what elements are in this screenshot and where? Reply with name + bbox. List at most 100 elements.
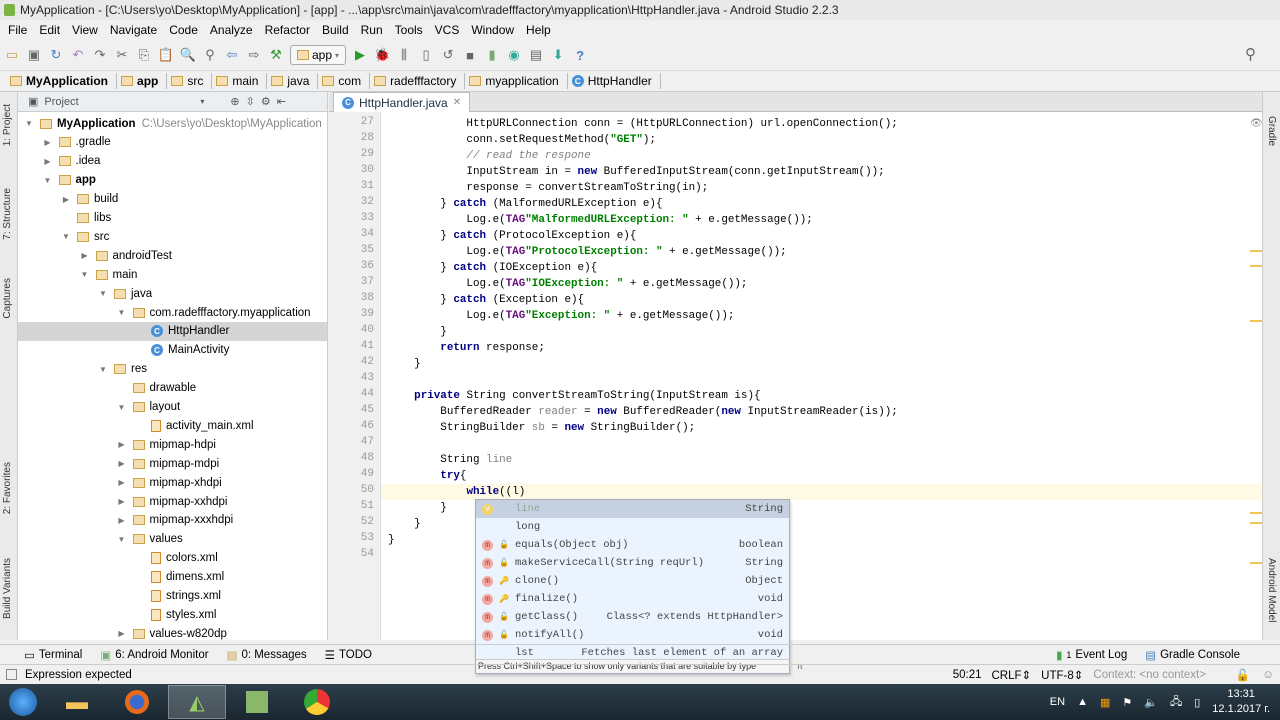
file-encoding[interactable]: UTF-8⇕ <box>1041 668 1083 682</box>
tool-tab-project[interactable]: 1: Project <box>2 104 13 146</box>
expand-arrow-closed-icon[interactable]: ▶ <box>43 157 53 166</box>
code-line[interactable]: } catch (ProtocolException e){ <box>388 228 636 244</box>
taskbar-explorer[interactable]: ▬ <box>48 685 106 719</box>
completion-item[interactable]: m 🔑 clone() Object <box>476 572 789 590</box>
sdk-manager-icon[interactable]: ⬇ <box>550 47 566 63</box>
tool-tab-messages[interactable]: ▤ 0: Messages <box>227 648 307 662</box>
completion-item[interactable]: long <box>476 518 789 536</box>
code-line[interactable]: StringBuilder sb = new StringBuilder(); <box>388 420 695 436</box>
code-line[interactable]: Log.e(TAG"IOException: " + e.getMessage(… <box>388 276 747 292</box>
copy-icon[interactable]: ⎘ <box>136 47 152 63</box>
code-line[interactable]: response = convertStreamToString(in); <box>388 180 708 196</box>
tool-tab-structure[interactable]: 7: Structure <box>2 188 13 240</box>
code-line[interactable]: return response; <box>388 340 545 356</box>
expand-arrow-closed-icon[interactable]: ▶ <box>61 195 71 204</box>
expand-arrow-open-icon[interactable]: ▼ <box>98 289 108 298</box>
replace-icon[interactable]: ⚲ <box>202 47 218 63</box>
completion-item[interactable]: v line String <box>476 500 789 518</box>
start-button[interactable] <box>0 685 46 719</box>
code-line[interactable]: private String convertStreamToString(Inp… <box>388 388 760 404</box>
tree-item[interactable]: ▼ values <box>18 530 327 549</box>
hector-icon[interactable]: ☺ <box>1262 669 1274 681</box>
code-line[interactable]: String line <box>388 452 512 468</box>
tree-item[interactable]: strings.xml <box>18 587 327 606</box>
code-line[interactable]: try{ <box>388 468 466 484</box>
tree-item[interactable]: ▶ androidTest <box>18 246 327 265</box>
tree-item[interactable]: ▶ mipmap-xxhdpi <box>18 492 327 511</box>
menu-window[interactable]: Window <box>465 20 520 40</box>
breadcrumb-myapplication[interactable]: myapplication <box>465 73 568 89</box>
tree-item[interactable]: libs <box>18 209 327 228</box>
gradle-console-button[interactable]: ▤ Gradle Console <box>1145 648 1240 662</box>
code-line[interactable]: Log.e(TAG"ProtocolException: " + e.getMe… <box>388 244 786 260</box>
expand-arrow-closed-icon[interactable]: ▶ <box>117 478 127 487</box>
lock-icon[interactable]: 🔓 <box>1236 668 1250 682</box>
menu-code[interactable]: Code <box>163 20 204 40</box>
debug-icon[interactable]: 🐞 <box>374 47 390 63</box>
tree-item[interactable]: ▶ mipmap-xhdpi <box>18 473 327 492</box>
completion-item[interactable]: m 🔑 finalize() void <box>476 590 789 608</box>
paste-icon[interactable]: 📋 <box>158 47 174 63</box>
tree-item[interactable]: ▶ mipmap-xxxhdpi <box>18 511 327 530</box>
expand-arrow-open-icon[interactable]: ▼ <box>80 270 90 279</box>
code-line[interactable]: } <box>388 500 447 516</box>
code-line[interactable]: BufferedReader reader = new BufferedRead… <box>388 404 898 420</box>
expand-arrow-open-icon[interactable]: ▼ <box>117 403 127 412</box>
breadcrumb-radefffactory[interactable]: radefffactory <box>370 73 466 89</box>
warning-stripe-mark[interactable] <box>1250 250 1262 252</box>
tree-item[interactable]: ▶ mipmap-mdpi <box>18 454 327 473</box>
tree-item[interactable]: activity_main.xml <box>18 416 327 435</box>
tree-item[interactable]: ▶ .idea <box>18 152 327 171</box>
tree-item[interactable]: ▼ MyApplication C:\Users\yo\Desktop\MyAppl… <box>18 114 327 133</box>
project-structure-icon[interactable]: ▤ <box>528 47 544 63</box>
restart-icon[interactable]: ↺ <box>440 47 456 63</box>
code-line[interactable]: } <box>388 324 447 340</box>
cut-icon[interactable]: ✂ <box>114 47 130 63</box>
collapse-all-icon[interactable]: ⇳ <box>246 95 255 108</box>
tree-item[interactable]: ▼ src <box>18 227 327 246</box>
warning-stripe-mark[interactable] <box>1250 320 1262 322</box>
expand-arrow-open-icon[interactable]: ▼ <box>61 232 71 241</box>
menu-analyze[interactable]: Analyze <box>204 20 259 40</box>
code-area[interactable]: HttpURLConnection conn = (HttpURLConnect… <box>329 92 1262 640</box>
tool-tab-todo[interactable]: ☰ TODO <box>325 648 372 662</box>
tool-tab-android-monitor[interactable]: ▣ 6: Android Monitor <box>100 648 208 662</box>
menu-help[interactable]: Help <box>520 20 557 40</box>
toggle-tool-windows-icon[interactable] <box>6 669 17 680</box>
menu-build[interactable]: Build <box>316 20 355 40</box>
code-line[interactable]: // read the respone <box>388 148 590 164</box>
tree-item[interactable]: ▼ res <box>18 360 327 379</box>
tool-tab-captures[interactable]: Captures <box>2 278 13 319</box>
code-line[interactable]: } <box>388 516 421 532</box>
hide-panel-icon[interactable]: ⇤ <box>277 95 286 108</box>
code-line[interactable]: } <box>388 532 395 548</box>
scroll-from-source-icon[interactable]: ⊕ <box>230 95 239 108</box>
breadcrumb-app[interactable]: app <box>117 73 168 89</box>
breadcrumb-main[interactable]: main <box>212 73 268 89</box>
completion-item[interactable]: m 🔓 notifyAll() void <box>476 626 789 644</box>
tree-item[interactable]: ▼ layout <box>18 398 327 417</box>
tree-item[interactable]: ▼ main <box>18 265 327 284</box>
tree-item[interactable]: ▼ java <box>18 284 327 303</box>
run-icon[interactable]: ▶ <box>352 47 368 63</box>
expand-arrow-closed-icon[interactable]: ▶ <box>117 440 127 449</box>
breadcrumb-com[interactable]: com <box>318 73 371 89</box>
code-line[interactable]: while((l) <box>388 484 525 500</box>
inspection-eye-icon[interactable]: 👁 <box>1250 118 1263 129</box>
power-icon[interactable]: ▯ <box>1194 696 1200 709</box>
expand-arrow-closed-icon[interactable]: ▶ <box>43 138 53 147</box>
tool-tab-build-variants[interactable]: Build Variants <box>2 558 13 619</box>
expand-arrow-open-icon[interactable]: ▼ <box>98 365 108 374</box>
completion-item[interactable]: m 🔓 getClass() Class<? extends HttpHandler> <box>476 608 789 626</box>
breadcrumb-src[interactable]: src <box>167 73 213 89</box>
menu-vcs[interactable]: VCS <box>429 20 466 40</box>
tool-tab-android-model[interactable]: Android Model <box>1266 558 1277 622</box>
tray-app-icon[interactable]: ▦ <box>1100 696 1110 709</box>
menu-tools[interactable]: Tools <box>389 20 429 40</box>
tool-tab-gradle[interactable]: Gradle <box>1266 116 1277 146</box>
code-line[interactable]: Log.e(TAG"MalformedURLException: " + e.g… <box>388 212 812 228</box>
project-view-select[interactable]: Project <box>44 96 194 108</box>
show-hidden-icons[interactable]: ▲ <box>1077 696 1088 708</box>
breadcrumb-myapplication[interactable]: MyApplication <box>6 73 118 89</box>
expand-arrow-open-icon[interactable]: ▼ <box>117 535 127 544</box>
